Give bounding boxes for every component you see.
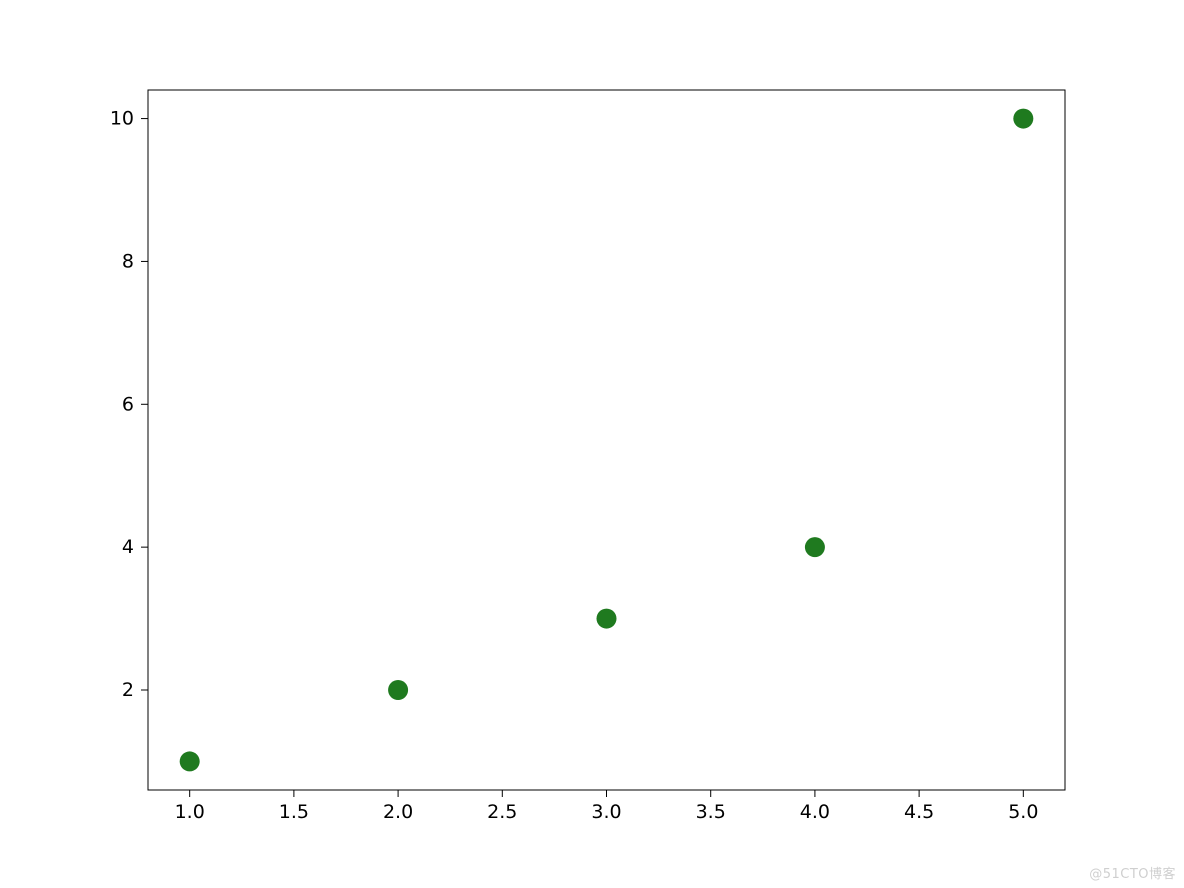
y-tick-label: 6	[122, 393, 134, 415]
x-tick-label: 1.5	[279, 801, 309, 823]
plot-border	[148, 90, 1065, 790]
x-tick-label: 3.5	[696, 801, 726, 823]
watermark-text: @51CTO博客	[1089, 863, 1176, 882]
x-tick-label: 1.0	[175, 801, 205, 823]
x-tick-label: 2.5	[487, 801, 517, 823]
data-point	[1013, 109, 1033, 129]
y-tick-label: 8	[122, 250, 134, 272]
x-tick-label: 4.0	[800, 801, 830, 823]
x-tick-label: 3.0	[591, 801, 621, 823]
y-tick-label: 4	[122, 536, 134, 558]
chart-svg: 1.0 1.5 2.0 2.5 3.0 3.5 4.0 4.5 5.0 2 4 6 8 10	[0, 0, 1184, 888]
y-tick-label: 2	[122, 679, 134, 701]
x-tick-label: 5.0	[1008, 801, 1038, 823]
data-point	[597, 609, 617, 629]
y-tick-label: 10	[110, 108, 134, 130]
x-tick-label: 4.5	[904, 801, 934, 823]
scatter-chart: 1.0 1.5 2.0 2.5 3.0 3.5 4.0 4.5 5.0 2 4 6 8 10	[0, 0, 1184, 888]
x-tick-label: 2.0	[383, 801, 413, 823]
data-point	[805, 537, 825, 557]
data-point	[180, 751, 200, 771]
data-point	[388, 680, 408, 700]
